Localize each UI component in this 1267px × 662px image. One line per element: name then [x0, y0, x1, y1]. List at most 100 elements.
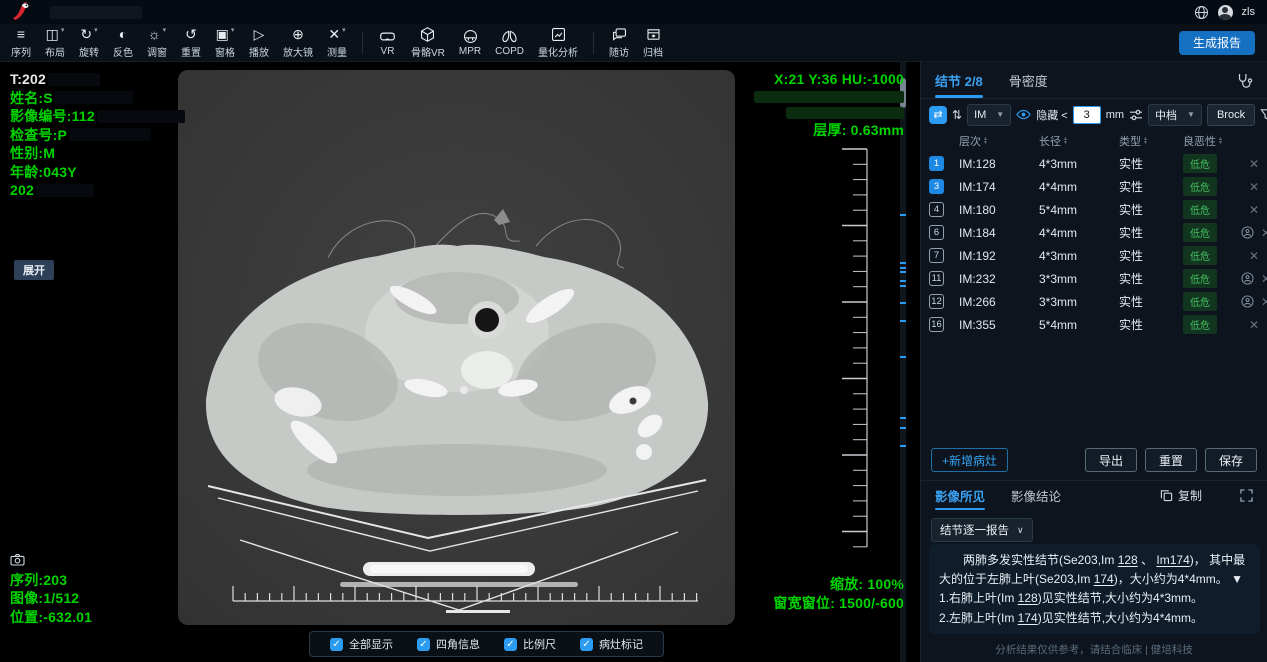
- toolbar-copd[interactable]: COPD: [488, 25, 531, 61]
- sort-order-icon[interactable]: ⇅: [952, 108, 962, 122]
- nodule-number-badge[interactable]: 16: [929, 317, 944, 332]
- image-link[interactable]: 174: [1094, 572, 1114, 586]
- nodule-number-badge[interactable]: 12: [929, 294, 944, 309]
- camera-icon[interactable]: [10, 553, 25, 566]
- stethoscope-icon[interactable]: [1236, 72, 1253, 89]
- tab-findings[interactable]: 影像所见: [935, 481, 985, 510]
- nodule-row[interactable]: 7IM:1924*3mm实性低危✕: [921, 244, 1267, 267]
- column-header[interactable]: 长径▴▾: [1039, 133, 1119, 149]
- nodule-position-mark[interactable]: [900, 445, 906, 447]
- filter-funnel-icon[interactable]: [1260, 108, 1267, 121]
- report-type-select[interactable]: 结节逐一报告 ∨: [931, 518, 1033, 542]
- nodule-row[interactable]: 1IM:1284*3mm实性低危✕: [921, 152, 1267, 175]
- nodule-position-mark[interactable]: [900, 214, 906, 216]
- display-option-checkbox[interactable]: ✓比例尺: [504, 636, 556, 652]
- nodule-number-badge[interactable]: 7: [929, 248, 944, 263]
- nodule-number-badge[interactable]: 1: [929, 156, 944, 171]
- save-button[interactable]: 保存: [1205, 448, 1257, 472]
- toolbar-sequence[interactable]: ≡序列: [4, 25, 38, 61]
- toolbar-archive[interactable]: 归档: [636, 25, 670, 61]
- image-link[interactable]: 174: [1018, 611, 1038, 625]
- nodule-row[interactable]: 12IM:2663*3mm实性低危✕: [921, 290, 1267, 313]
- nodule-row[interactable]: 11IM:2323*3mm实性低危✕: [921, 267, 1267, 290]
- nodule-position-mark[interactable]: [900, 417, 906, 419]
- column-header[interactable]: 层次▴▾: [959, 133, 1039, 149]
- toolbar-quant[interactable]: 量化分析: [531, 25, 585, 61]
- copy-button[interactable]: 复制: [1160, 487, 1202, 504]
- layer-select[interactable]: IM▼: [967, 104, 1011, 126]
- toolbar-rotate[interactable]: ↻▾旋转: [72, 25, 106, 61]
- toolbar-layout[interactable]: ◫▾布局: [38, 25, 72, 61]
- nodule-row[interactable]: 6IM:1844*4mm实性低危✕: [921, 221, 1267, 244]
- nodule-position-mark[interactable]: [900, 302, 906, 304]
- delete-nodule-icon[interactable]: ✕: [1249, 318, 1259, 332]
- nodule-row[interactable]: 4IM:1805*4mm实性低危✕: [921, 198, 1267, 221]
- nodule-position-mark[interactable]: [900, 356, 906, 358]
- delete-nodule-icon[interactable]: ✕: [1261, 272, 1267, 286]
- toolbar-followup[interactable]: 随访: [602, 25, 636, 61]
- globe-icon[interactable]: [1194, 5, 1209, 20]
- toolbar-magnifier[interactable]: ⊕放大镜: [276, 25, 320, 61]
- display-option-checkbox[interactable]: ✓四角信息: [417, 636, 480, 652]
- toolbar-bone-vr[interactable]: 骨骼VR: [404, 25, 452, 61]
- expand-button[interactable]: 展开: [14, 260, 54, 280]
- report-text-box[interactable]: 两肺多发实性结节(Se203,Im 128 、 Im174)， 其中最大的位于左…: [929, 544, 1260, 634]
- toolbar-invert[interactable]: ◐反色: [106, 25, 140, 61]
- generate-report-button[interactable]: 生成报告: [1179, 31, 1255, 55]
- nodule-position-mark[interactable]: [900, 267, 906, 269]
- checkbox-icon[interactable]: ✓: [580, 638, 593, 651]
- nodule-position-mark[interactable]: [900, 262, 906, 264]
- hide-threshold-input[interactable]: [1073, 106, 1101, 124]
- column-header[interactable]: 类型▴▾: [1119, 133, 1183, 149]
- eye-icon[interactable]: [1016, 107, 1031, 122]
- delete-nodule-icon[interactable]: ✕: [1261, 226, 1267, 240]
- toolbar-measure[interactable]: ✕▾测量: [320, 25, 354, 61]
- nodule-number-badge[interactable]: 6: [929, 225, 944, 240]
- delete-nodule-icon[interactable]: ✕: [1249, 249, 1259, 263]
- checkbox-icon[interactable]: ✓: [330, 638, 343, 651]
- nodule-row[interactable]: 3IM:1744*4mm实性低危✕: [921, 175, 1267, 198]
- delete-nodule-icon[interactable]: ✕: [1249, 180, 1259, 194]
- transfer-toggle-icon[interactable]: ⇄: [929, 106, 947, 124]
- toolbar-mpr[interactable]: MPR: [452, 25, 488, 61]
- nodule-number-badge[interactable]: 4: [929, 202, 944, 217]
- image-link[interactable]: Im174: [1156, 553, 1189, 567]
- slice-scrollbar[interactable]: [900, 62, 906, 662]
- tab-nodules[interactable]: 结节 2/8: [935, 62, 983, 98]
- nodule-position-mark[interactable]: [900, 320, 906, 322]
- tab-bone-density[interactable]: 骨密度: [1009, 62, 1048, 98]
- toolbar-play[interactable]: ▷播放: [242, 25, 276, 61]
- image-link[interactable]: 128: [1018, 591, 1038, 605]
- display-option-checkbox[interactable]: ✓全部显示: [330, 636, 393, 652]
- column-header[interactable]: 良恶性▴▾: [1183, 133, 1241, 149]
- ct-viewport[interactable]: T:202姓名:S影像编号:112检查号:P性别:M年龄:043Y202 X:2…: [0, 62, 920, 662]
- user-avatar[interactable]: [1218, 5, 1233, 20]
- delete-nodule-icon[interactable]: ✕: [1249, 157, 1259, 171]
- nodule-row[interactable]: 16IM:3555*4mm实性低危✕: [921, 313, 1267, 336]
- brock-model-button[interactable]: Brock: [1207, 104, 1255, 126]
- delete-nodule-icon[interactable]: ✕: [1249, 203, 1259, 217]
- toolbar-reset[interactable]: ↺重置: [174, 25, 208, 61]
- toolbar-pane[interactable]: ▣▾窗格: [208, 25, 242, 61]
- nodule-position-mark[interactable]: [900, 427, 906, 429]
- checkbox-icon[interactable]: ✓: [417, 638, 430, 651]
- toolbar-window[interactable]: ☼▾调窗: [140, 25, 174, 61]
- ct-image[interactable]: [178, 70, 735, 625]
- nodule-position-mark[interactable]: [900, 271, 906, 273]
- sliders-icon[interactable]: [1129, 108, 1143, 122]
- grade-select[interactable]: 中档▼: [1148, 104, 1202, 126]
- image-link[interactable]: 128: [1118, 553, 1138, 567]
- toolbar-vr[interactable]: VR: [371, 25, 404, 61]
- delete-nodule-icon[interactable]: ✕: [1261, 295, 1267, 309]
- nodule-position-mark[interactable]: [900, 280, 906, 282]
- nodule-position-mark[interactable]: [900, 285, 906, 287]
- reset-button[interactable]: 重置: [1145, 448, 1197, 472]
- nodule-number-badge[interactable]: 3: [929, 179, 944, 194]
- tab-conclusion[interactable]: 影像结论: [1011, 481, 1061, 510]
- nodule-number-badge[interactable]: 11: [929, 271, 944, 286]
- checkbox-icon[interactable]: ✓: [504, 638, 517, 651]
- add-lesion-button[interactable]: +新增病灶: [931, 448, 1008, 472]
- export-button[interactable]: 导出: [1085, 448, 1137, 472]
- display-option-checkbox[interactable]: ✓病灶标记: [580, 636, 643, 652]
- expand-fullscreen-icon[interactable]: [1240, 489, 1253, 502]
